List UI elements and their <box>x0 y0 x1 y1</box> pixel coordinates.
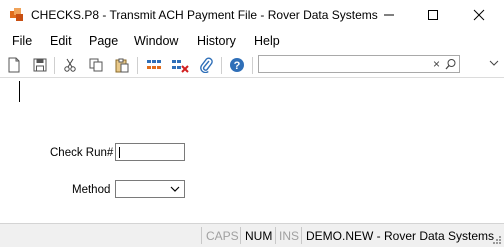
grid-icon <box>147 60 161 69</box>
status-separator <box>301 227 302 244</box>
toolbar-separator <box>54 57 55 74</box>
status-bar: CAPS NUM INS DEMO.NEW - Rover Data Syste… <box>0 223 504 247</box>
save-icon <box>33 58 47 72</box>
menu-file[interactable]: File <box>12 34 32 48</box>
toolbar-separator <box>137 57 138 74</box>
menu-edit[interactable]: Edit <box>50 34 72 48</box>
cut-button[interactable] <box>61 56 79 74</box>
ins-indicator: INS <box>279 229 300 243</box>
menu-page[interactable]: Page <box>89 34 118 48</box>
close-button[interactable] <box>456 0 502 30</box>
paste-button[interactable] <box>113 56 131 74</box>
new-page-button[interactable] <box>5 56 23 74</box>
svg-text:?: ? <box>234 60 241 72</box>
close-icon <box>473 9 485 21</box>
chevron-down-icon <box>170 186 180 192</box>
minimize-icon <box>384 14 394 16</box>
attach-icon <box>200 57 213 73</box>
minimize-button[interactable] <box>366 0 412 30</box>
toolbar-separator <box>221 57 222 74</box>
save-button[interactable] <box>31 56 49 74</box>
account-label: DEMO.NEW - Rover Data Systems <box>306 229 495 243</box>
help-button[interactable]: ? <box>228 56 246 74</box>
caps-indicator: CAPS <box>206 229 239 243</box>
clear-search-icon[interactable]: × <box>433 57 440 71</box>
menu-bar: File Edit Page Window History Help <box>0 30 504 52</box>
copy-icon <box>89 58 103 72</box>
method-label: Method <box>72 184 111 196</box>
menu-help[interactable]: Help <box>254 34 280 48</box>
menu-window[interactable]: Window <box>134 34 178 48</box>
status-separator <box>275 227 276 244</box>
paste-icon <box>115 58 129 72</box>
cut-icon <box>64 58 76 72</box>
new-page-icon <box>8 57 20 73</box>
copy-button[interactable] <box>87 56 105 74</box>
maximize-icon <box>428 10 438 20</box>
maximize-button[interactable] <box>410 0 456 30</box>
status-separator <box>201 227 202 244</box>
help-icon: ? <box>230 58 244 72</box>
num-indicator: NUM <box>245 229 273 243</box>
resize-grip-icon[interactable] <box>492 235 502 245</box>
status-separator <box>240 227 241 244</box>
delete-grid-icon <box>172 59 189 73</box>
text-cursor <box>19 81 20 102</box>
attach-button[interactable] <box>197 56 215 74</box>
search-input[interactable]: × <box>258 55 460 73</box>
grid-button[interactable] <box>145 56 163 74</box>
input-caret <box>119 147 120 158</box>
check-run-input[interactable] <box>115 143 185 161</box>
delete-grid-button[interactable] <box>171 56 189 74</box>
method-select[interactable] <box>115 180 185 198</box>
menu-history[interactable]: History <box>197 34 236 48</box>
toolbar-overflow-chevron-icon[interactable] <box>489 57 499 69</box>
check-run-label: Check Run# <box>50 147 114 159</box>
window-title: CHECKS.P8 - Transmit ACH Payment File - … <box>31 8 378 22</box>
search-icon[interactable] <box>445 58 457 70</box>
app-icon <box>10 8 23 21</box>
title-bar: CHECKS.P8 - Transmit ACH Payment File - … <box>0 0 504 30</box>
toolbar-separator <box>252 57 253 74</box>
